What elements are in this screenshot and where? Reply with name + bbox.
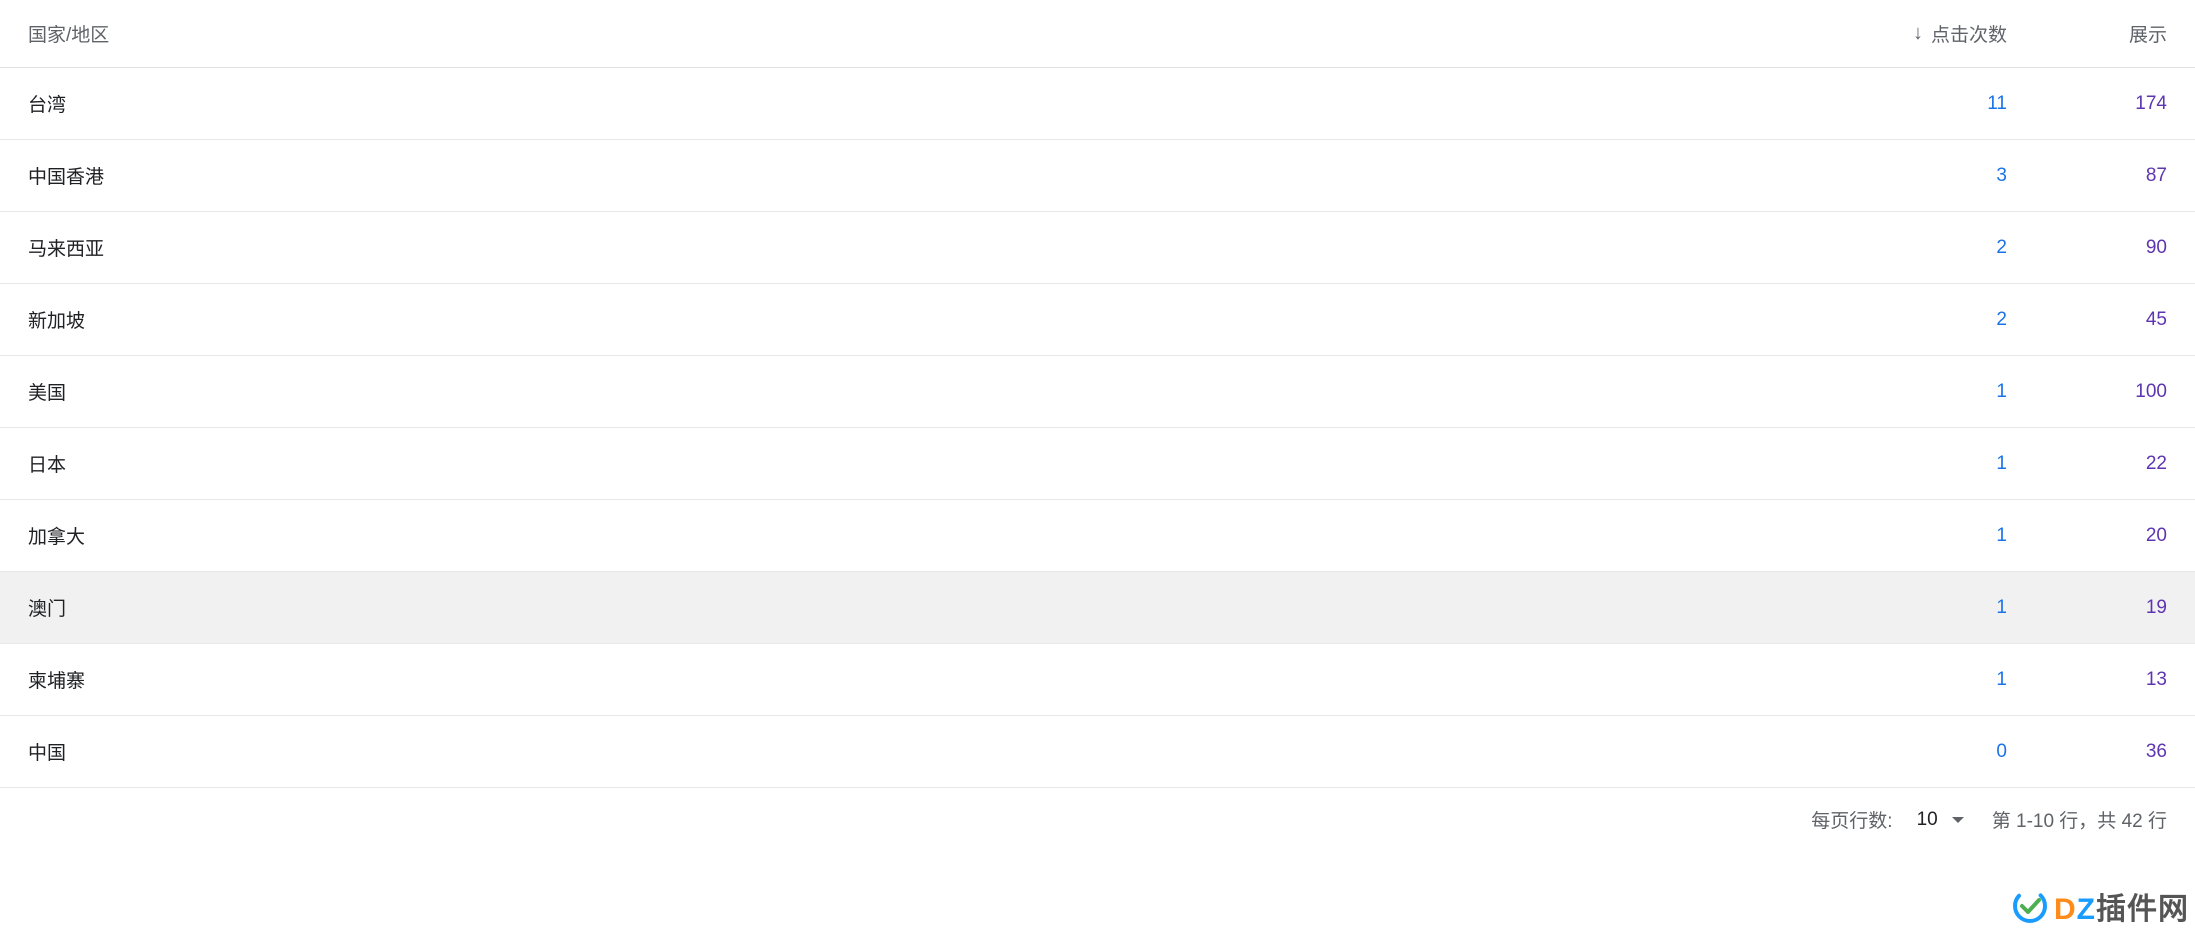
sort-descending-icon: ↓ (1913, 22, 1923, 45)
cell-clicks: 11 (1827, 93, 2007, 115)
cell-clicks: 0 (1827, 741, 2007, 763)
rows-per-page-select[interactable]: 10 (1917, 809, 1964, 831)
header-clicks[interactable]: ↓ 点击次数 (1827, 20, 2007, 47)
cell-clicks: 1 (1827, 597, 2007, 619)
rows-per-page-value: 10 (1917, 809, 1938, 831)
cell-clicks: 1 (1827, 453, 2007, 475)
header-clicks-label: 点击次数 (1931, 20, 2007, 47)
cell-country: 台湾 (28, 90, 1827, 117)
table-body: 台湾11174中国香港387马来西亚290新加坡245美国1100日本122加拿… (0, 68, 2195, 788)
header-country[interactable]: 国家/地区 (28, 20, 1827, 47)
page-range: 第 1-10 行，共 42 行 (1992, 806, 2167, 833)
cell-clicks: 2 (1827, 237, 2007, 259)
cell-impressions: 36 (2007, 741, 2167, 763)
cell-country: 加拿大 (28, 522, 1827, 549)
cell-country: 马来西亚 (28, 234, 1827, 261)
cell-country: 柬埔寨 (28, 666, 1827, 693)
watermark-rest: 插件网 (2096, 893, 2189, 926)
cell-country: 新加坡 (28, 306, 1827, 333)
table-row[interactable]: 日本122 (0, 428, 2195, 500)
cell-country: 美国 (28, 378, 1827, 405)
cell-clicks: 1 (1827, 381, 2007, 403)
dropdown-arrow-icon (1952, 817, 1964, 823)
rows-per-page: 每页行数: 10 (1811, 806, 1963, 833)
header-impressions[interactable]: 展示 (2007, 20, 2167, 47)
cell-country: 中国香港 (28, 162, 1827, 189)
table-row[interactable]: 新加坡245 (0, 284, 2195, 356)
table-row[interactable]: 美国1100 (0, 356, 2195, 428)
watermark-icon (2012, 888, 2048, 924)
table-row[interactable]: 马来西亚290 (0, 212, 2195, 284)
table-footer: 每页行数: 10 第 1-10 行，共 42 行 (0, 788, 2195, 843)
table-header-row: 国家/地区 ↓ 点击次数 展示 (0, 0, 2195, 68)
table-row[interactable]: 中国036 (0, 716, 2195, 788)
watermark-d: D (2054, 893, 2077, 926)
cell-impressions: 90 (2007, 237, 2167, 259)
table-row[interactable]: 澳门119 (0, 572, 2195, 644)
cell-clicks: 2 (1827, 309, 2007, 331)
watermark-text: DZ插件网 (2054, 884, 2189, 928)
cell-country: 澳门 (28, 594, 1827, 621)
cell-impressions: 22 (2007, 453, 2167, 475)
cell-impressions: 174 (2007, 93, 2167, 115)
cell-impressions: 45 (2007, 309, 2167, 331)
cell-impressions: 19 (2007, 597, 2167, 619)
cell-clicks: 1 (1827, 669, 2007, 691)
cell-impressions: 87 (2007, 165, 2167, 187)
watermark-z: Z (2077, 893, 2096, 926)
watermark: DZ插件网 (2012, 884, 2189, 928)
rows-per-page-label: 每页行数: (1811, 806, 1892, 833)
table-row[interactable]: 加拿大120 (0, 500, 2195, 572)
cell-impressions: 100 (2007, 381, 2167, 403)
cell-clicks: 1 (1827, 525, 2007, 547)
table-row[interactable]: 柬埔寨113 (0, 644, 2195, 716)
cell-country: 日本 (28, 450, 1827, 477)
cell-impressions: 13 (2007, 669, 2167, 691)
cell-impressions: 20 (2007, 525, 2167, 547)
table-row[interactable]: 中国香港387 (0, 140, 2195, 212)
cell-country: 中国 (28, 738, 1827, 765)
table-row[interactable]: 台湾11174 (0, 68, 2195, 140)
cell-clicks: 3 (1827, 165, 2007, 187)
analytics-table: 国家/地区 ↓ 点击次数 展示 台湾11174中国香港387马来西亚290新加坡… (0, 0, 2195, 843)
